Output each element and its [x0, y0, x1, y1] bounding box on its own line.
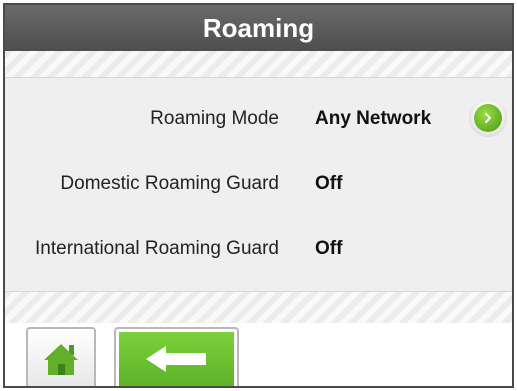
- setting-row-roaming-mode[interactable]: Roaming Mode Any Network: [5, 99, 512, 139]
- bottom-divider-stripe: [5, 291, 512, 325]
- page-title: Roaming: [202, 12, 315, 43]
- home-button[interactable]: [26, 327, 96, 386]
- international-roaming-guard-label: International Roaming Guard: [35, 238, 279, 259]
- back-button[interactable]: [114, 327, 239, 386]
- international-roaming-guard-value: Off: [315, 238, 343, 259]
- domestic-roaming-guard-value: Off: [315, 173, 343, 194]
- roaming-mode-value: Any Network: [315, 108, 432, 129]
- top-divider-stripe: [5, 51, 512, 78]
- domestic-roaming-guard-label: Domestic Roaming Guard: [60, 173, 279, 194]
- home-icon: [44, 344, 78, 375]
- title-bar: Roaming: [5, 5, 512, 51]
- setting-row-domestic-roaming-guard[interactable]: Domestic Roaming Guard Off: [5, 164, 512, 204]
- footer-bar: [5, 323, 512, 386]
- roaming-mode-label: Roaming Mode: [150, 108, 279, 129]
- setting-row-international-roaming-guard[interactable]: International Roaming Guard Off: [5, 229, 512, 269]
- roaming-mode-go-button[interactable]: [469, 99, 507, 137]
- arrow-left-icon: [145, 346, 206, 372]
- settings-list: Roaming Mode Any Network Domestic Roamin…: [5, 78, 512, 291]
- roaming-screen: Roaming Roaming Mode Any Network Domesti…: [3, 3, 514, 388]
- chevron-right-icon: [474, 104, 502, 132]
